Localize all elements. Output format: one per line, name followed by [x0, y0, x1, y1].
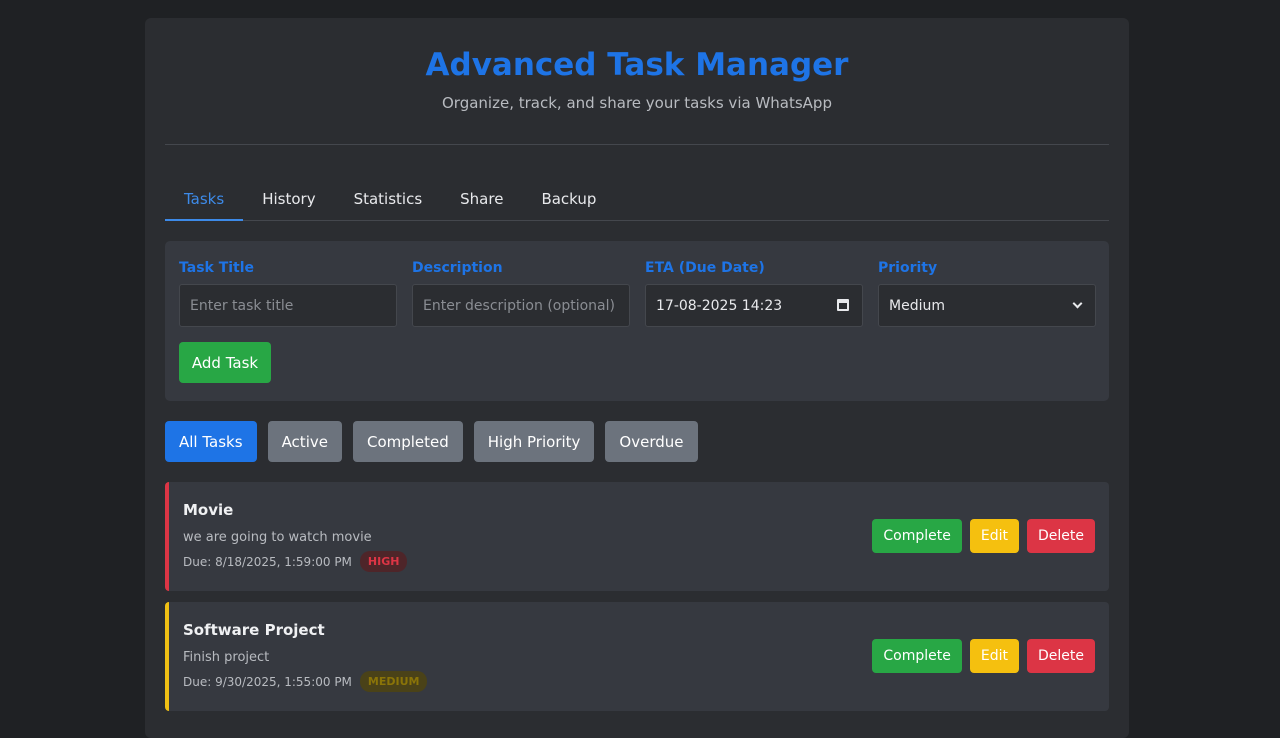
eta-wrapper: [645, 284, 863, 327]
delete-button[interactable]: Delete: [1027, 639, 1095, 673]
task-meta: Due: 9/30/2025, 1:55:00 PM MEDIUM: [183, 671, 1095, 692]
desc-field-group: Description: [412, 260, 630, 327]
tab-backup[interactable]: Backup: [522, 178, 615, 221]
complete-button[interactable]: Complete: [872, 519, 962, 553]
priority-badge: HIGH: [359, 551, 408, 572]
add-task-button[interactable]: Add Task: [179, 342, 271, 383]
task-due-date: Due: 9/30/2025, 1:55:00 PM: [183, 674, 352, 689]
filter-active[interactable]: Active: [267, 421, 342, 462]
priority-select[interactable]: Medium: [878, 284, 1096, 327]
filter-completed[interactable]: Completed: [352, 421, 463, 462]
description-input[interactable]: [412, 284, 630, 327]
priority-label: Priority: [878, 260, 938, 276]
title-input[interactable]: [179, 284, 397, 327]
chevron-down-icon: [1072, 298, 1083, 309]
task-card: Movie we are going to watch movie Due: 8…: [165, 482, 1109, 591]
task-form: Task Title Description ETA (Due Date) Pr…: [165, 241, 1109, 401]
task-card: Software Project Finish project Due: 9/3…: [165, 602, 1109, 711]
task-due-date: Due: 8/18/2025, 1:59:00 PM: [183, 554, 352, 569]
edit-button[interactable]: Edit: [969, 519, 1019, 553]
tab-tasks[interactable]: Tasks: [165, 178, 244, 221]
delete-button[interactable]: Delete: [1027, 519, 1095, 553]
form-row: Task Title Description ETA (Due Date) Pr…: [179, 260, 1096, 327]
tab-history[interactable]: History: [243, 178, 334, 221]
tab-statistics[interactable]: Statistics: [335, 178, 442, 221]
task-title: Software Project: [183, 621, 325, 639]
priority-select-value: Medium: [889, 297, 945, 314]
eta-label: ETA (Due Date): [645, 260, 765, 276]
tab-bar: Tasks History Statistics Share Backup: [165, 178, 1109, 221]
tab-share[interactable]: Share: [441, 178, 522, 221]
app-container: Advanced Task Manager Organize, track, a…: [145, 18, 1129, 738]
title-label: Task Title: [179, 260, 255, 276]
eta-field-group: ETA (Due Date): [645, 260, 863, 327]
filter-bar: All Tasks Active Completed High Priority…: [165, 421, 1109, 462]
complete-button[interactable]: Complete: [872, 639, 962, 673]
task-meta: Due: 8/18/2025, 1:59:00 PM HIGH: [183, 551, 1095, 572]
priority-field-group: Priority Medium: [878, 260, 1096, 327]
header: Advanced Task Manager Organize, track, a…: [165, 18, 1109, 145]
filter-overdue[interactable]: Overdue: [605, 421, 698, 462]
title-field-group: Task Title: [179, 260, 397, 327]
priority-badge: MEDIUM: [359, 671, 428, 692]
edit-button[interactable]: Edit: [969, 639, 1019, 673]
task-actions: Complete Edit Delete: [872, 639, 1095, 673]
task-title: Movie: [183, 501, 234, 519]
filter-all-tasks[interactable]: All Tasks: [165, 421, 257, 462]
page-subtitle: Organize, track, and share your tasks vi…: [442, 94, 832, 112]
eta-input[interactable]: [645, 284, 863, 327]
filter-high-priority[interactable]: High Priority: [473, 421, 595, 462]
task-actions: Complete Edit Delete: [872, 519, 1095, 553]
description-label: Description: [412, 260, 503, 276]
page-title: Advanced Task Manager: [425, 47, 849, 83]
calendar-icon[interactable]: [837, 299, 849, 311]
